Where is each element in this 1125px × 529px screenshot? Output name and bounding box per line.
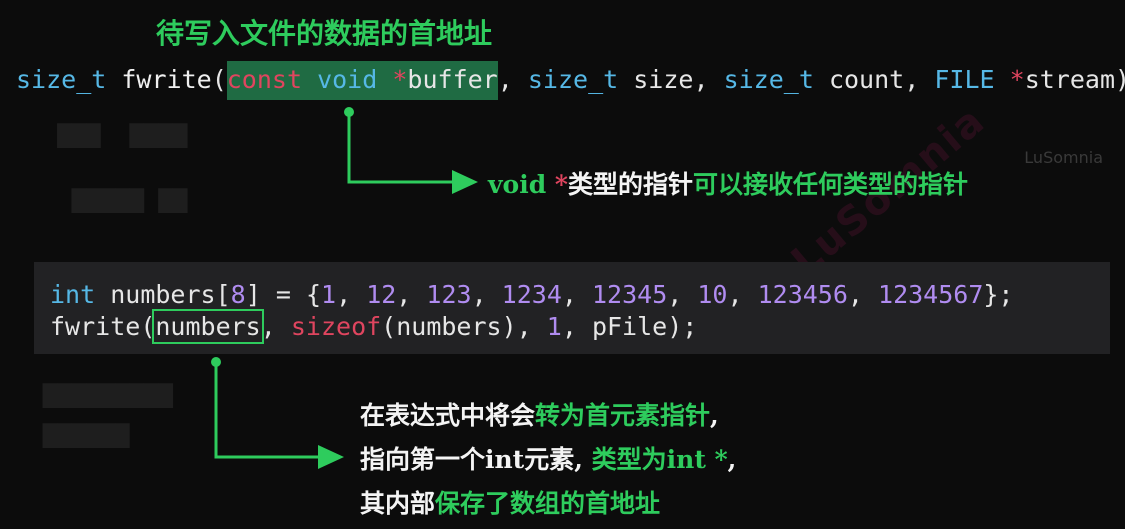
arrow-head-icon bbox=[452, 170, 478, 194]
buffer-connector bbox=[344, 107, 478, 194]
connector-line bbox=[214, 362, 318, 459]
connector-line bbox=[347, 112, 452, 184]
connector-arrows bbox=[211, 107, 478, 469]
arrow-head-icon bbox=[318, 445, 344, 469]
numbers-connector bbox=[211, 357, 344, 469]
